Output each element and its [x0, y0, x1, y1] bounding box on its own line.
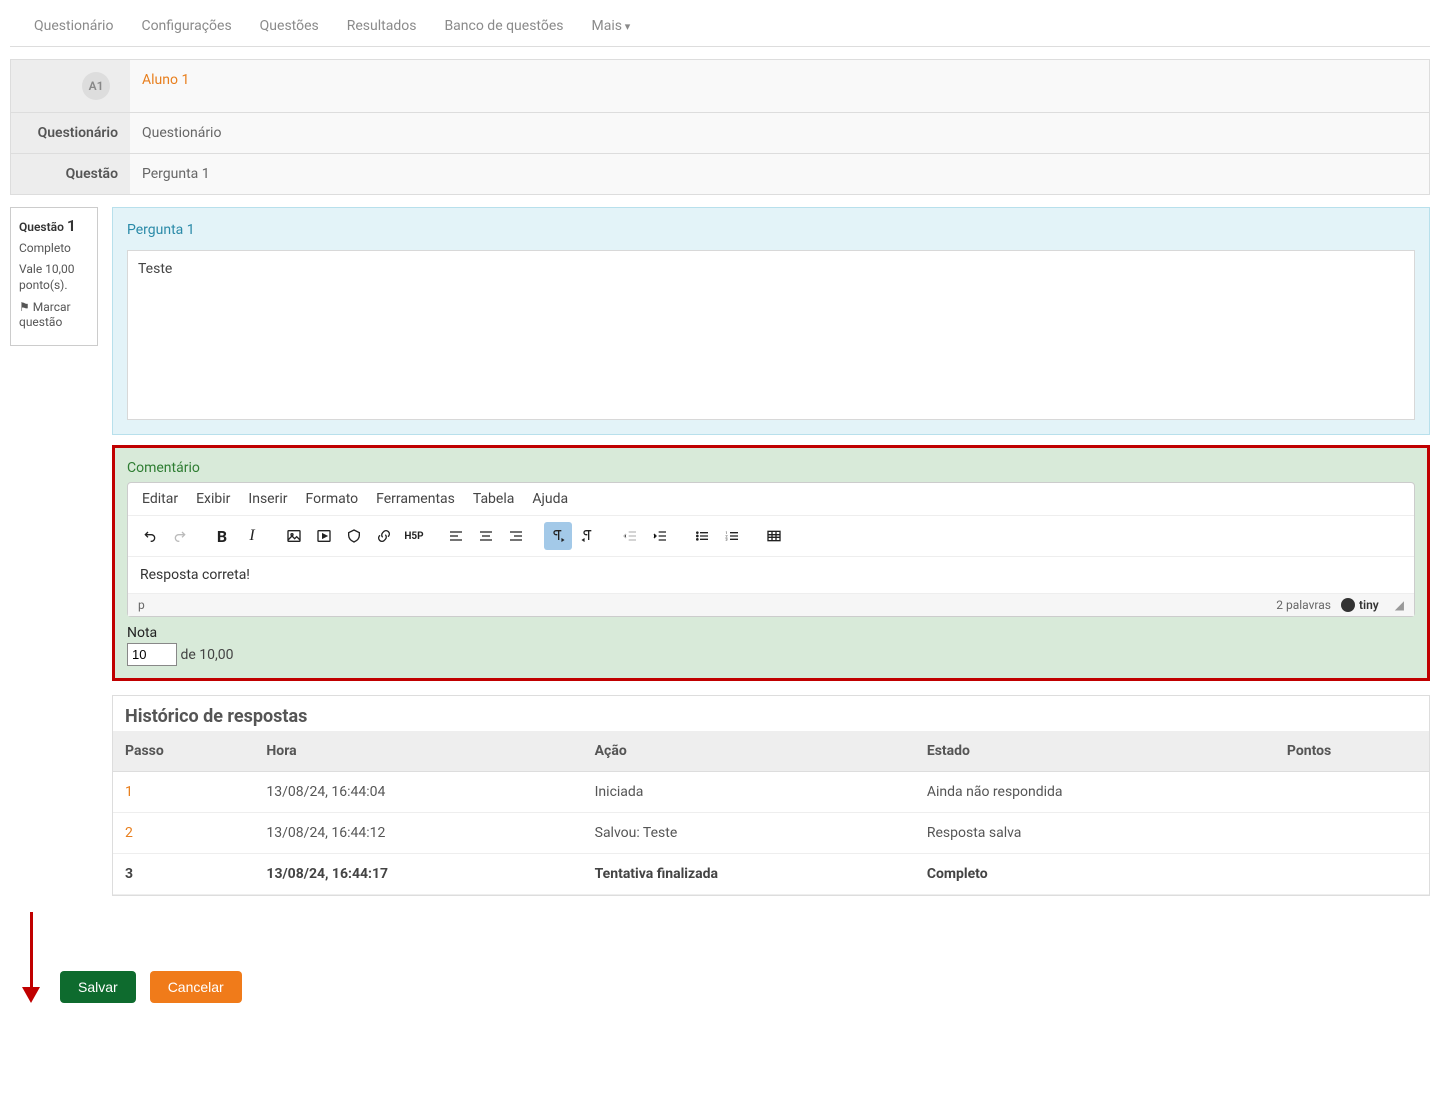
tab-results[interactable]: Resultados — [333, 8, 431, 46]
history-th-state: Estado — [915, 731, 1275, 772]
align-center-icon[interactable] — [472, 522, 500, 550]
table-icon[interactable] — [760, 522, 788, 550]
h5p-icon[interactable]: H5P — [400, 522, 428, 550]
cell-state: Resposta salva — [915, 813, 1275, 854]
tab-settings[interactable]: Configurações — [127, 8, 245, 46]
rtl-icon[interactable] — [574, 522, 602, 550]
media-icon[interactable] — [310, 522, 338, 550]
bullet-list-icon[interactable] — [688, 522, 716, 550]
number-list-icon[interactable]: 123 — [718, 522, 746, 550]
flag-question-link[interactable]: Marcar questão — [19, 300, 89, 331]
bold-icon[interactable]: B — [208, 522, 236, 550]
nav-question-title: Questão 1 — [19, 216, 89, 237]
table-row: 313/08/24, 16:44:17Tentativa finalizadaC… — [113, 854, 1429, 895]
menu-format[interactable]: Formato — [306, 491, 359, 507]
cell-step[interactable]: 2 — [113, 813, 254, 854]
align-left-icon[interactable] — [442, 522, 470, 550]
redo-icon[interactable] — [166, 522, 194, 550]
nav-question-number: 1 — [67, 216, 76, 235]
menu-table[interactable]: Tabela — [473, 491, 515, 507]
editor-path: p — [138, 598, 145, 612]
tab-bar: Questionário Configurações Questões Resu… — [10, 8, 1430, 47]
avatar-cell: A1 — [11, 60, 130, 112]
tiny-brand: tiny — [1341, 598, 1379, 612]
menu-tools[interactable]: Ferramentas — [376, 491, 455, 507]
cancel-button[interactable]: Cancelar — [150, 971, 242, 1003]
nav-worth: Vale 10,00 ponto(s). — [19, 262, 89, 293]
image-icon[interactable] — [280, 522, 308, 550]
link-icon[interactable] — [370, 522, 398, 550]
cell-step[interactable]: 1 — [113, 772, 254, 813]
menu-view[interactable]: Exibir — [196, 491, 230, 507]
comment-panel: Comentário Editar Exibir Inserir Formato… — [112, 445, 1430, 681]
avatar: A1 — [82, 72, 110, 100]
cell-time: 13/08/24, 16:44:12 — [254, 813, 582, 854]
grade-label: Nota — [127, 625, 1415, 641]
grade-outof: de 10,00 — [180, 647, 233, 663]
record-icon[interactable] — [340, 522, 368, 550]
history-title: Histórico de respostas — [113, 696, 1429, 731]
comment-label: Comentário — [127, 460, 1415, 476]
info-panel: A1 Aluno 1 Questionário Questionário Que… — [10, 59, 1430, 195]
cell-time: 13/08/24, 16:44:04 — [254, 772, 582, 813]
nav-title-prefix: Questão — [19, 220, 64, 234]
svg-text:3: 3 — [725, 537, 727, 542]
tab-more[interactable]: Mais — [578, 8, 645, 46]
cell-state: Ainda não respondida — [915, 772, 1275, 813]
resize-handle-icon[interactable]: ◢ — [1395, 598, 1404, 612]
cell-action: Salvou: Teste — [583, 813, 915, 854]
info-label-quiz: Questionário — [11, 113, 130, 153]
undo-icon[interactable] — [136, 522, 164, 550]
word-count: 2 palavras — [1276, 598, 1331, 612]
info-value-quiz: Questionário — [130, 113, 1429, 153]
grade-input[interactable] — [127, 643, 177, 666]
answer-area: Teste — [127, 250, 1415, 420]
ltr-icon[interactable] — [544, 522, 572, 550]
history-th-time: Hora — [254, 731, 582, 772]
tab-questions[interactable]: Questões — [246, 8, 333, 46]
info-label-question: Questão — [11, 154, 130, 194]
indent-icon[interactable] — [646, 522, 674, 550]
nav-status: Completo — [19, 241, 89, 257]
history-table: Passo Hora Ação Estado Pontos 113/08/24,… — [113, 731, 1429, 895]
history-th-points: Pontos — [1275, 731, 1429, 772]
tab-question-bank[interactable]: Banco de questões — [430, 8, 577, 46]
cell-state: Completo — [915, 854, 1275, 895]
align-right-icon[interactable] — [502, 522, 530, 550]
question-title: Pergunta 1 — [127, 222, 1415, 238]
annotation-arrow — [16, 912, 46, 1003]
cell-time: 13/08/24, 16:44:17 — [254, 854, 582, 895]
table-row: 113/08/24, 16:44:04IniciadaAinda não res… — [113, 772, 1429, 813]
question-panel: Pergunta 1 Teste — [112, 207, 1430, 435]
actions-row: Salvar Cancelar — [16, 912, 1440, 1003]
cell-points — [1275, 813, 1429, 854]
editor-toolbar: B I H5P — [128, 516, 1414, 557]
italic-icon[interactable]: I — [238, 522, 266, 550]
question-nav: Questão 1 Completo Vale 10,00 ponto(s). … — [10, 207, 98, 346]
cell-points — [1275, 854, 1429, 895]
menu-help[interactable]: Ajuda — [532, 491, 568, 507]
history-panel: Histórico de respostas Passo Hora Ação E… — [112, 695, 1430, 896]
history-th-action: Ação — [583, 731, 915, 772]
outdent-icon[interactable] — [616, 522, 644, 550]
tab-quiz[interactable]: Questionário — [20, 8, 127, 46]
info-value-question: Pergunta 1 — [130, 154, 1429, 194]
student-name-link[interactable]: Aluno 1 — [142, 72, 189, 88]
editor-menubar: Editar Exibir Inserir Formato Ferramenta… — [128, 483, 1414, 516]
rich-text-editor: Editar Exibir Inserir Formato Ferramenta… — [127, 482, 1415, 617]
menu-edit[interactable]: Editar — [142, 491, 178, 507]
cell-points — [1275, 772, 1429, 813]
editor-textarea[interactable]: Resposta correta! — [128, 557, 1414, 593]
menu-insert[interactable]: Inserir — [248, 491, 287, 507]
history-th-step: Passo — [113, 731, 254, 772]
cell-action: Tentativa finalizada — [583, 854, 915, 895]
cell-action: Iniciada — [583, 772, 915, 813]
table-row: 213/08/24, 16:44:12Salvou: TesteResposta… — [113, 813, 1429, 854]
save-button[interactable]: Salvar — [60, 971, 136, 1003]
cell-step: 3 — [113, 854, 254, 895]
